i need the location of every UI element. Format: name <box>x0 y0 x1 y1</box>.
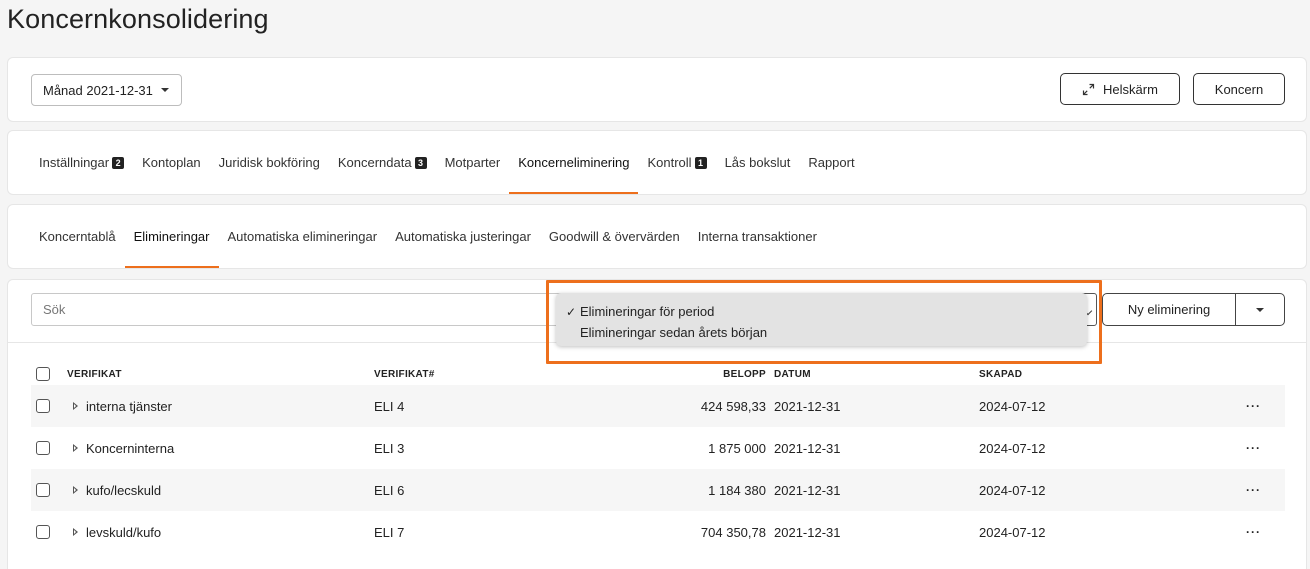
expand-icon <box>1082 83 1095 95</box>
table-row[interactable]: levskuld/kufo ELI 7 704 350,78 2021-12-31 20… <box>31 511 1285 553</box>
tab-koncerneliminering[interactable]: Koncerneliminering <box>509 131 639 194</box>
tab-count-badge: 3 <box>414 156 427 169</box>
period-select[interactable]: Månad 2021-12-31 <box>31 74 182 106</box>
row-menu-icon[interactable]: ··· <box>1209 525 1285 539</box>
table-row[interactable]: Koncerninterna ELI 3 1 875 000 2021-12-31 20… <box>31 427 1285 469</box>
tab-count-badge: 2 <box>112 156 125 169</box>
select-all-checkbox[interactable] <box>36 367 50 381</box>
row-menu-icon[interactable]: ··· <box>1209 399 1285 413</box>
cell-belopp: 1 875 000 <box>708 440 766 456</box>
tab-las-bokslut[interactable]: Lås bokslut <box>716 131 800 194</box>
new-elimination-button[interactable]: Ny eliminering <box>1102 293 1236 326</box>
cell-skapad: 2024-07-12 <box>979 440 1046 456</box>
subtab-goodwill-overvarden[interactable]: Goodwill & övervärden <box>540 205 689 268</box>
eliminations-table: VERIFIKAT VERIFIKAT# BELOPP DATUM SKAPAD… <box>31 363 1285 553</box>
header-verifikat-nr: VERIFIKAT# <box>374 368 435 380</box>
header-belopp: BELOPP <box>723 368 766 380</box>
table-header: VERIFIKAT VERIFIKAT# BELOPP DATUM SKAPAD <box>31 363 1285 385</box>
cell-verifikat: interna tjänster <box>86 398 172 414</box>
subtab-automatiska-elimineringar[interactable]: Automatiska elimineringar <box>219 205 387 268</box>
fullscreen-button[interactable]: Helskärm <box>1060 73 1180 105</box>
tab-label: Kontroll <box>647 155 692 170</box>
tab-label: Koncerneliminering <box>518 155 630 170</box>
tab-juridisk-bokforing[interactable]: Juridisk bokföring <box>210 131 329 194</box>
tab-rapport[interactable]: Rapport <box>799 131 863 194</box>
row-checkbox[interactable] <box>36 399 50 413</box>
tab-label: Inställningar <box>39 155 110 170</box>
tab-label: Kontoplan <box>142 155 201 170</box>
koncern-button[interactable]: Koncern <box>1193 73 1285 105</box>
header-datum: DATUM <box>774 368 811 380</box>
cell-datum: 2021-12-31 <box>774 440 841 456</box>
caret-down-icon <box>160 88 169 92</box>
row-checkbox[interactable] <box>36 441 50 455</box>
tab-koncerndata[interactable]: Koncerndata 3 <box>329 131 436 194</box>
tab-label: Rapport <box>808 155 855 170</box>
table-body: interna tjänster ELI 4 424 598,33 2021-12-3… <box>31 385 1285 553</box>
row-menu-icon[interactable]: ··· <box>1209 441 1285 455</box>
main-tabs-card: Inställningar 2 Kontoplan Juridisk bokförin… <box>7 130 1307 195</box>
expand-row-icon[interactable] <box>73 444 78 452</box>
tab-label: Motparter <box>444 155 501 170</box>
header-verifikat: VERIFIKAT <box>67 368 122 380</box>
cell-verifikat: levskuld/kufo <box>86 524 162 540</box>
cell-belopp: 1 184 380 <box>708 482 766 498</box>
highlight-box <box>546 280 1102 364</box>
cell-verifikat: kufo/lecskuld <box>86 482 162 498</box>
expand-row-icon[interactable] <box>73 402 78 410</box>
cell-skapad: 2024-07-12 <box>979 524 1046 540</box>
table-row[interactable]: kufo/lecskuld ELI 6 1 184 380 2021-12-31 202… <box>31 469 1285 511</box>
new-elimination-menu-button[interactable] <box>1235 293 1285 326</box>
cell-verifikat: Koncerninterna <box>86 440 175 456</box>
subtab-elimineringar[interactable]: Elimineringar <box>124 205 219 268</box>
tab-installningar[interactable]: Inställningar 2 <box>30 131 133 194</box>
search-input[interactable]: Sök <box>31 293 566 326</box>
tab-label: Koncerndata <box>337 155 412 170</box>
tab-kontoplan[interactable]: Kontoplan <box>133 131 210 194</box>
tab-label: Lås bokslut <box>724 155 791 170</box>
tab-motparter[interactable]: Motparter <box>436 131 510 194</box>
cell-belopp: 424 598,33 <box>700 398 766 414</box>
page-title: Koncernkonsolidering <box>7 4 269 34</box>
subtab-automatiska-justeringar[interactable]: Automatiska justeringar <box>386 205 540 268</box>
tab-label: Juridisk bokföring <box>218 155 320 170</box>
sub-tabs: Koncerntablå Elimineringar Automatiska eli… <box>30 205 826 268</box>
cell-belopp: 704 350,78 <box>700 524 766 540</box>
sub-tabs-card: Koncerntablå Elimineringar Automatiska eli… <box>7 204 1307 269</box>
header-skapad: SKAPAD <box>979 368 1023 380</box>
header-card: Månad 2021-12-31 Helskärm Koncern <box>7 57 1307 122</box>
row-menu-icon[interactable]: ··· <box>1209 483 1285 497</box>
subtab-koncerntabla[interactable]: Koncerntablå <box>30 205 125 268</box>
expand-row-icon[interactable] <box>73 528 78 536</box>
table-row[interactable]: interna tjänster ELI 4 424 598,33 2021-12-3… <box>31 385 1285 427</box>
fullscreen-button-label: Helskärm <box>1103 81 1158 97</box>
tab-kontroll[interactable]: Kontroll 1 <box>638 131 715 194</box>
expand-row-icon[interactable] <box>73 486 78 494</box>
tab-count-badge: 1 <box>694 156 707 169</box>
main-tabs: Inställningar 2 Kontoplan Juridisk bokförin… <box>30 131 864 194</box>
cell-skapad: 2024-07-12 <box>979 482 1046 498</box>
period-select-label: Månad 2021-12-31 <box>43 82 153 98</box>
row-checkbox[interactable] <box>36 525 50 539</box>
caret-down-icon <box>1256 307 1264 312</box>
cell-verifikat-nr: ELI 3 <box>374 440 405 456</box>
row-checkbox[interactable] <box>36 483 50 497</box>
cell-verifikat-nr: ELI 6 <box>374 482 405 498</box>
cell-skapad: 2024-07-12 <box>979 398 1046 414</box>
cell-datum: 2021-12-31 <box>774 524 841 540</box>
cell-datum: 2021-12-31 <box>774 482 841 498</box>
cell-verifikat-nr: ELI 4 <box>374 398 405 414</box>
subtab-interna-transaktioner[interactable]: Interna transaktioner <box>689 205 826 268</box>
cell-verifikat-nr: ELI 7 <box>374 524 405 540</box>
cell-datum: 2021-12-31 <box>774 398 841 414</box>
